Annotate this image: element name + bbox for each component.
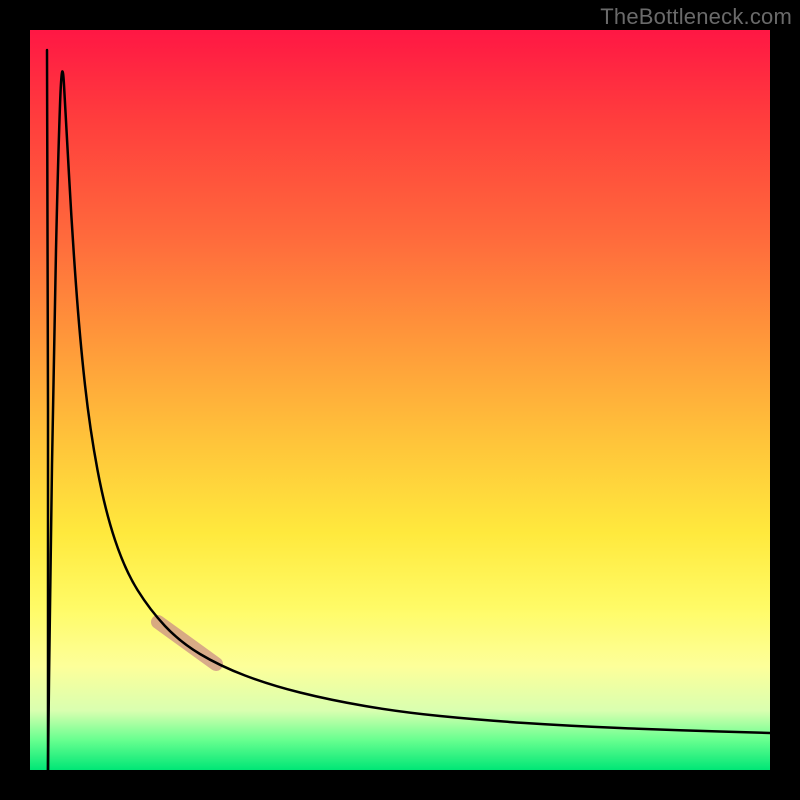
watermark-text: TheBottleneck.com	[600, 4, 792, 30]
chart-container: TheBottleneck.com	[0, 0, 800, 800]
curve-spike	[47, 50, 48, 770]
curve-main	[48, 71, 770, 770]
curve-layer	[30, 30, 770, 770]
